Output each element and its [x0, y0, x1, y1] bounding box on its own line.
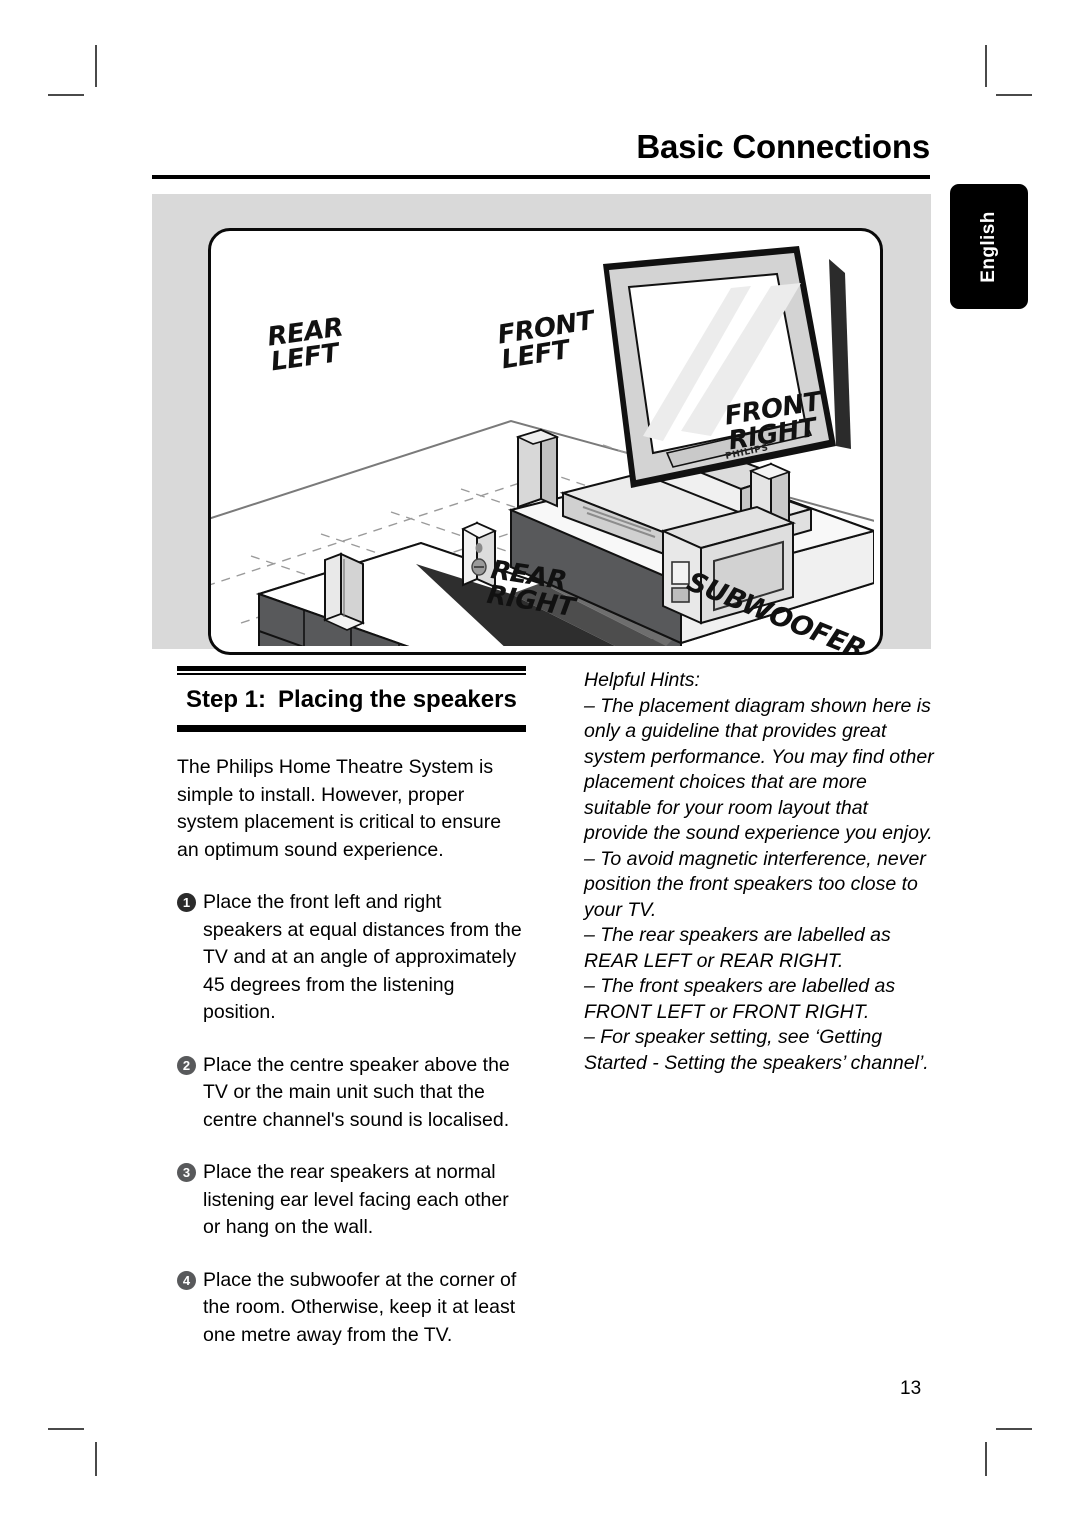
crop-mark-bottom-right-vertical	[985, 1442, 987, 1476]
list-item: 4 Place the subwoofer at the corner of t…	[177, 1267, 526, 1350]
header-rule	[152, 175, 930, 179]
list-item-number: 3	[177, 1163, 196, 1182]
crop-mark-top-right-vertical	[985, 45, 987, 87]
language-tab-english: English	[950, 184, 1028, 309]
helpful-hint-item: – For speaker setting, see ‘Getting Star…	[584, 1026, 929, 1074]
helpful-hint-item: – To avoid magnetic interference, never …	[584, 847, 926, 921]
intro-paragraph: The Philips Home Theatre System is simpl…	[177, 756, 502, 861]
helpful-hint-item: – The front speakers are labelled as FRO…	[584, 975, 896, 1023]
left-column: Step 1: Placing the speakers The Philips …	[177, 666, 526, 1374]
list-item-text: Place the front left and right speakers …	[203, 891, 522, 1023]
step-rule-bottom-thick	[177, 727, 526, 732]
language-tab-label: English	[978, 210, 999, 283]
instruction-list: 1 Place the front left and right speaker…	[177, 889, 526, 1349]
list-item: 2 Place the centre speaker above the TV …	[177, 1052, 526, 1135]
crop-mark-top-right-horizontal	[996, 94, 1032, 96]
step-heading-label: Step 1:	[186, 686, 267, 713]
page-title: Basic Connections	[636, 128, 930, 165]
list-item-number: 4	[177, 1270, 196, 1290]
list-item: 1 Place the front left and right speaker…	[177, 889, 526, 1027]
crop-mark-bottom-right-horizontal	[996, 1428, 1032, 1430]
list-item: 3 Place the rear speakers at normal list…	[177, 1159, 526, 1242]
crop-mark-top-left-horizontal	[48, 94, 84, 96]
helpful-hints-title: Helpful Hints:	[584, 669, 700, 691]
speaker-placement-diagram: PHILIPS REAR LEFT FRONT LEFT FRONT RIGHT…	[152, 194, 931, 655]
diagram-canvas: PHILIPS REAR LEFT FRONT LEFT FRONT RIGHT…	[208, 228, 883, 655]
step-rule-top-thick	[177, 666, 526, 671]
crop-mark-bottom-left-horizontal	[48, 1428, 84, 1430]
list-item-number: 1	[177, 893, 196, 912]
page-number: 13	[900, 1378, 922, 1399]
step-heading: Step 1: Placing the speakers	[177, 675, 526, 723]
list-item-number: 2	[177, 1055, 196, 1075]
step-heading-title: Placing the speakers	[278, 686, 517, 713]
crop-mark-bottom-left-vertical	[95, 1442, 97, 1476]
diagram-label-rear-left: REAR LEFT	[265, 312, 345, 378]
crop-mark-top-left-vertical	[95, 45, 97, 87]
diagram-label-rear-right: REAR RIGHT	[484, 555, 577, 624]
list-item-text: Place the subwoofer at the corner of the…	[203, 1268, 517, 1346]
helpful-hint-item: – The rear speakers are labelled as REAR…	[584, 924, 891, 972]
list-item-text: Place the rear speakers at normal listen…	[203, 1161, 509, 1238]
right-column-helpful-hints: Helpful Hints: – The placement diagram s…	[584, 668, 934, 1076]
list-item-text: Place the centre speaker above the TV or…	[203, 1053, 510, 1131]
helpful-hint-item: – The placement diagram shown here is on…	[584, 694, 934, 845]
